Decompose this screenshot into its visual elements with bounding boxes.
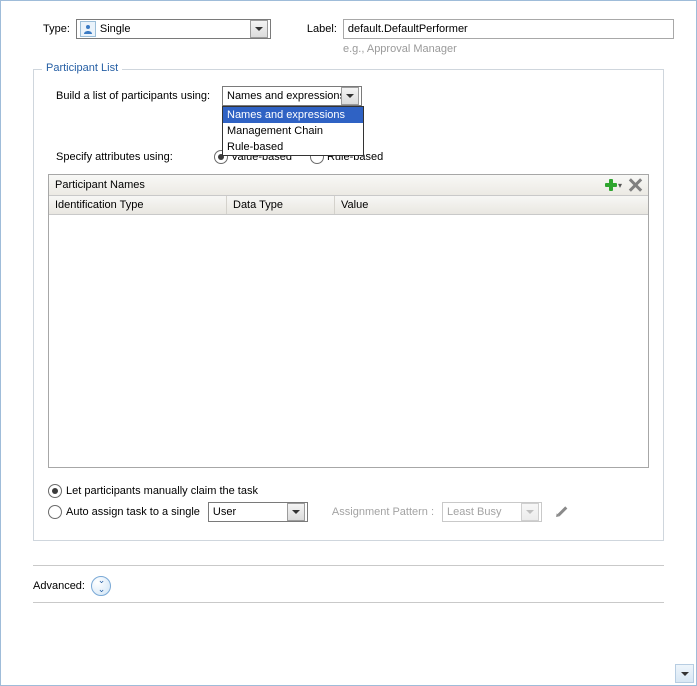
chevron-down-icon: ▾	[618, 181, 622, 190]
build-option-rule-based[interactable]: Rule-based	[223, 139, 363, 155]
type-label: Type:	[43, 23, 70, 35]
table-actions: ▾	[605, 178, 642, 192]
edit-icon[interactable]	[551, 502, 571, 522]
table-body[interactable]	[49, 215, 648, 467]
type-select[interactable]: Single	[76, 19, 271, 39]
participant-names-table: Participant Names ▾ Identification Type …	[48, 174, 649, 468]
add-button[interactable]: ▾	[605, 179, 622, 191]
advanced-label: Advanced:	[33, 580, 85, 592]
scroll-down-button[interactable]	[675, 664, 694, 683]
plus-icon	[605, 179, 617, 191]
radio-icon	[48, 484, 62, 498]
auto-assign-type-value: User	[213, 506, 236, 518]
build-option-names[interactable]: Names and expressions	[223, 107, 363, 123]
col-value[interactable]: Value	[335, 196, 648, 214]
single-user-icon	[80, 21, 96, 37]
participant-list-legend: Participant List	[42, 62, 122, 74]
double-chevron-down-icon: ⌄⌄	[98, 576, 105, 594]
dialog-frame: Type: Single Label: e.g., Approval Manag…	[0, 0, 697, 686]
type-select-value: Single	[100, 23, 250, 35]
chevron-down-icon[interactable]	[287, 503, 305, 521]
assignment-block: Let participants manually claim the task…	[48, 484, 649, 522]
advanced-row: Advanced: ⌄⌄	[33, 576, 674, 596]
table-column-headers: Identification Type Data Type Value	[49, 196, 648, 215]
table-titlebar: Participant Names ▾	[49, 175, 648, 196]
assign-radio-auto-label: Auto assign task to a single	[66, 506, 200, 518]
build-row: Build a list of participants using: Name…	[56, 86, 649, 106]
label-input[interactable]	[343, 19, 674, 39]
assign-radio-manual-label: Let participants manually claim the task	[66, 485, 258, 497]
build-select-value: Names and expressions	[227, 90, 341, 102]
participant-list-group: Participant List Build a list of partici…	[33, 69, 664, 541]
auto-assign-type-select[interactable]: User	[208, 502, 308, 522]
advanced-expand-button[interactable]: ⌄⌄	[91, 576, 111, 596]
assignment-pattern-select: Least Busy	[442, 502, 542, 522]
col-identification-type[interactable]: Identification Type	[49, 196, 227, 214]
chevron-down-icon	[521, 503, 539, 521]
label-label: Label:	[307, 23, 337, 35]
radio-icon	[48, 505, 62, 519]
assign-radio-manual[interactable]: Let participants manually claim the task	[48, 484, 649, 498]
build-label: Build a list of participants using:	[56, 90, 216, 102]
build-option-management-chain[interactable]: Management Chain	[223, 123, 363, 139]
build-select[interactable]: Names and expressions Names and expressi…	[222, 86, 362, 106]
separator	[33, 565, 664, 566]
table-title-text: Participant Names	[55, 179, 145, 191]
separator	[33, 602, 664, 603]
attributes-label: Specify attributes using:	[56, 151, 208, 163]
assignment-pattern-label: Assignment Pattern :	[332, 506, 434, 518]
col-data-type[interactable]: Data Type	[227, 196, 335, 214]
remove-button[interactable]	[628, 178, 642, 192]
build-select-dropdown: Names and expressions Management Chain R…	[222, 106, 364, 156]
label-hint: e.g., Approval Manager	[343, 43, 674, 55]
chevron-down-icon[interactable]	[341, 87, 359, 105]
assignment-pattern-value: Least Busy	[447, 506, 501, 518]
close-icon	[628, 178, 642, 192]
assign-radio-auto[interactable]: Auto assign task to a single User Assign…	[48, 502, 649, 522]
top-row: Type: Single Label:	[43, 19, 674, 39]
dialog-content: Type: Single Label: e.g., Approval Manag…	[3, 3, 694, 683]
chevron-down-icon[interactable]	[250, 20, 268, 38]
